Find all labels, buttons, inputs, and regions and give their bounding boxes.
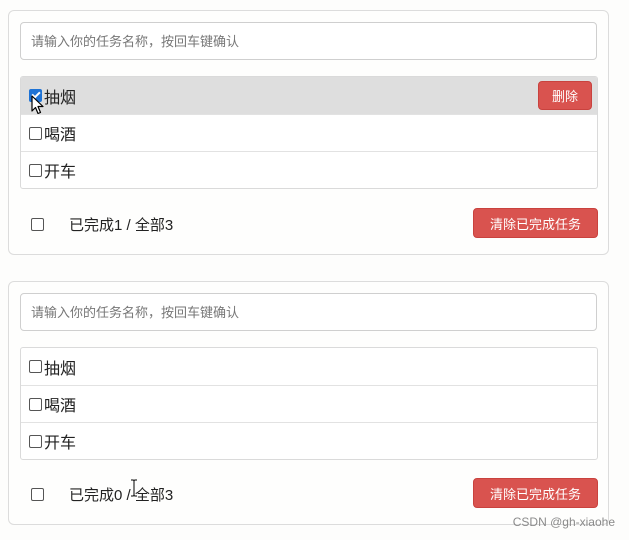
task-list: 抽烟 喝酒 开车 (20, 347, 598, 460)
delete-button[interactable]: 删除 (538, 81, 592, 110)
todo-panel-1: 抽烟 删除 喝酒 开车 已完成1 / 全部3 清除已完成任务 (8, 10, 609, 255)
task-name-input[interactable] (20, 293, 597, 331)
task-list: 抽烟 删除 喝酒 开车 (20, 76, 598, 189)
task-item[interactable]: 抽烟 删除 (21, 77, 597, 115)
task-checkbox[interactable] (29, 360, 42, 373)
completion-status: 已完成1 / 全部3 (69, 216, 174, 234)
select-all-checkbox[interactable] (31, 217, 44, 231)
task-checkbox[interactable] (29, 126, 42, 140)
task-name-input[interactable] (20, 22, 597, 60)
select-all-checkbox[interactable] (31, 487, 44, 501)
task-item[interactable]: 开车 (21, 151, 597, 188)
todo-footer: 已完成1 / 全部3 清除已完成任务 (9, 208, 608, 240)
task-label: 抽烟 (44, 360, 77, 378)
watermark: CSDN @gh-xiaohe (512, 515, 615, 529)
task-checkbox[interactable] (29, 89, 42, 102)
completion-status: 已完成0 / 全部3 (69, 486, 174, 504)
todo-panel-2: 抽烟 喝酒 开车 已完成0 / 全部3 清除已完成任务 (8, 281, 609, 525)
clear-completed-button[interactable]: 清除已完成任务 (473, 478, 598, 508)
task-item[interactable]: 喝酒 (21, 114, 597, 151)
task-item[interactable]: 开车 (21, 422, 597, 459)
task-label: 喝酒 (44, 127, 77, 144)
task-checkbox[interactable] (29, 163, 42, 177)
task-checkbox[interactable] (29, 434, 42, 448)
completion-status-wrap: 已完成0 / 全部3 (69, 479, 174, 505)
task-label: 喝酒 (44, 398, 77, 415)
todo-footer: 已完成0 / 全部3 清除已完成任务 (9, 478, 608, 510)
task-label: 开车 (44, 164, 77, 181)
task-checkbox[interactable] (29, 397, 42, 411)
clear-completed-button[interactable]: 清除已完成任务 (473, 208, 598, 238)
task-item[interactable]: 喝酒 (21, 385, 597, 422)
task-label: 开车 (44, 435, 77, 452)
task-item[interactable]: 抽烟 (21, 348, 597, 385)
task-label: 抽烟 (44, 89, 77, 107)
